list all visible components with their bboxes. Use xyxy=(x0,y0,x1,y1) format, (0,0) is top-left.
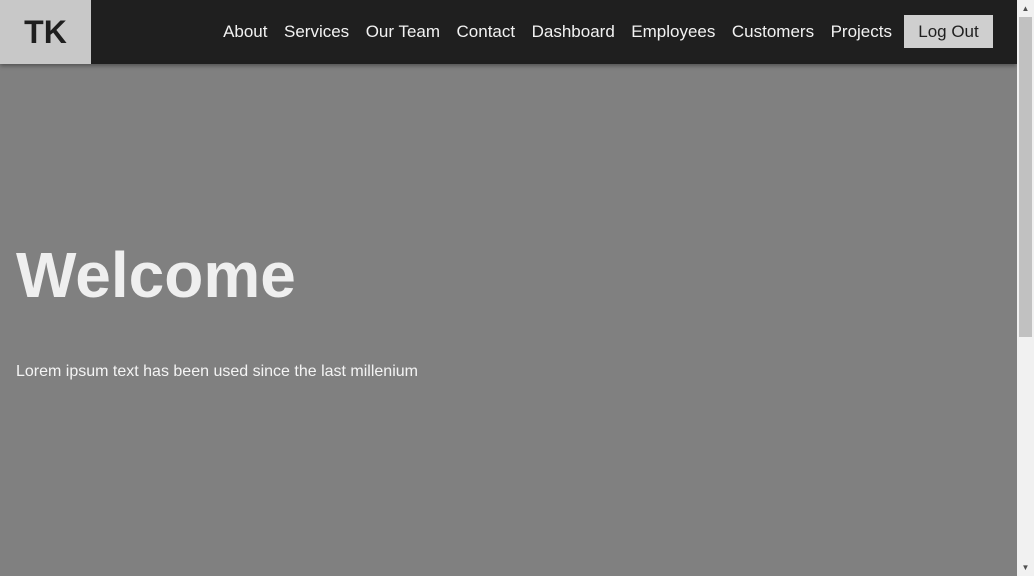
nav-link-contact[interactable]: Contact xyxy=(457,22,516,42)
nav-link-customers[interactable]: Customers xyxy=(732,22,814,42)
nav-link-projects[interactable]: Projects xyxy=(831,22,892,42)
scroll-down-arrow-icon[interactable]: ▼ xyxy=(1017,559,1034,576)
nav-link-employees[interactable]: Employees xyxy=(631,22,715,42)
page: TK About Services Our Team Contact Dashb… xyxy=(0,0,1034,576)
nav-link-about[interactable]: About xyxy=(223,22,267,42)
hero-title: Welcome xyxy=(16,239,296,311)
hero-text: Lorem ipsum text has been used since the… xyxy=(16,363,418,380)
nav-links: About Services Our Team Contact Dashboar… xyxy=(207,0,892,64)
nav-link-services[interactable]: Services xyxy=(284,22,349,42)
vertical-scrollbar[interactable]: ▲ ▼ xyxy=(1017,0,1034,576)
top-navbar: TK About Services Our Team Contact Dashb… xyxy=(0,0,1017,64)
logout-button[interactable]: Log Out xyxy=(904,15,993,48)
nav-link-dashboard[interactable]: Dashboard xyxy=(532,22,615,42)
nav-link-our-team[interactable]: Our Team xyxy=(366,22,440,42)
logo[interactable]: TK xyxy=(0,0,91,64)
scrollbar-thumb[interactable] xyxy=(1019,17,1032,337)
scroll-up-arrow-icon[interactable]: ▲ xyxy=(1017,0,1034,17)
